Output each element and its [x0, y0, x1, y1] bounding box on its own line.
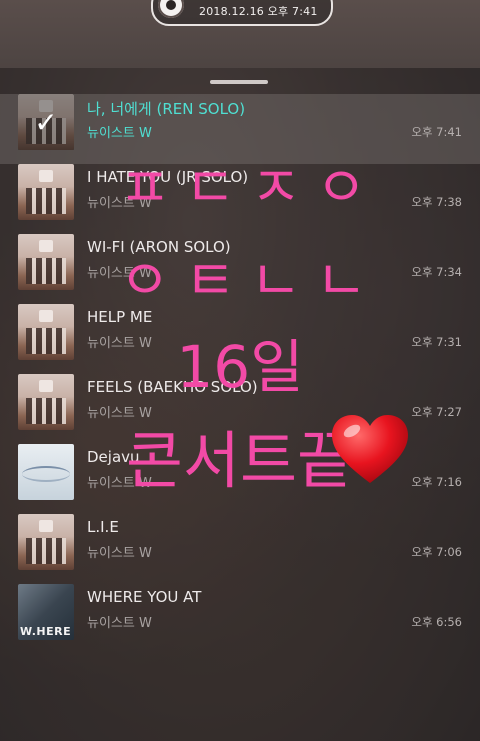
track-played-time: 오후 7:41: [411, 125, 462, 139]
track-title: WHERE YOU AT: [87, 588, 202, 606]
overlay-line-1: ㅍㄷㅈㅇ: [118, 156, 382, 221]
album-label: W.HERE: [20, 625, 72, 638]
album-art-thumbnail: [18, 514, 74, 570]
album-crest: [39, 520, 53, 532]
overlay-line-3: 16일: [176, 333, 304, 401]
track-artist: 뉴이스트 W: [87, 616, 152, 631]
checkmark-icon: ✓: [18, 94, 74, 150]
red-heart-icon: [332, 415, 408, 483]
album-art-thumbnail: W.HERE: [18, 584, 74, 640]
track-played-time: 오후 7:06: [411, 545, 462, 559]
overlay-line-2: ㅇㅌㄴㄴ: [118, 249, 382, 314]
status-datetime: 2018.12.16 오후 7:41: [199, 5, 318, 18]
top-status-bar: 2018.12.16 오후 7:41: [0, 0, 480, 68]
track-artist: 뉴이스트 W: [87, 546, 152, 561]
track-title: 나, 너에게 (REN SOLO): [87, 100, 246, 118]
track-title: L.I.E: [87, 518, 119, 536]
drag-handle[interactable]: [210, 80, 268, 84]
track-artist: 뉴이스트 W: [87, 126, 152, 141]
album-members: [26, 538, 66, 564]
track-row[interactable]: L.I.E 뉴이스트 W 오후 7:06: [0, 514, 480, 584]
track-played-time: 오후 6:56: [411, 615, 462, 629]
track-row[interactable]: W.HERE WHERE YOU AT 뉴이스트 W 오후 6:56: [0, 584, 480, 654]
